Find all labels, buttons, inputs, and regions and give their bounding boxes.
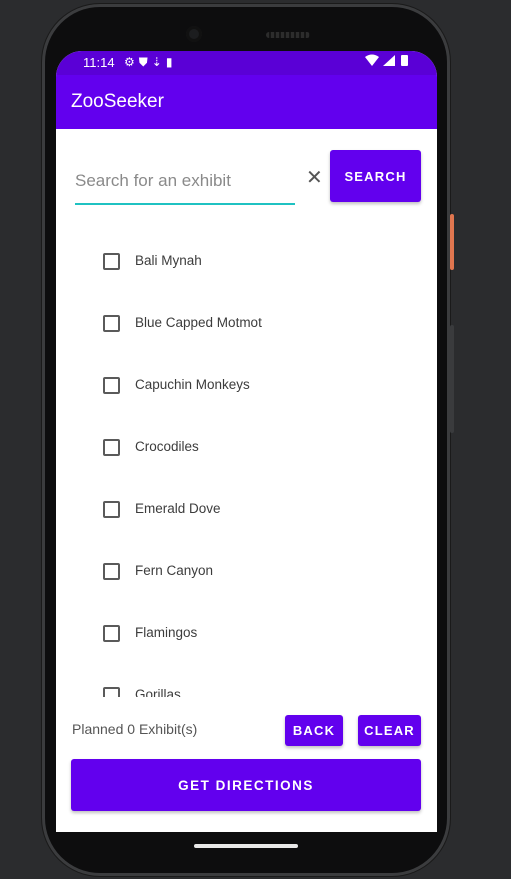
exhibit-checkbox[interactable] — [103, 315, 120, 332]
power-button — [450, 214, 454, 270]
exhibit-label: Bali Mynah — [135, 253, 202, 268]
clear-button[interactable]: CLEAR — [358, 715, 421, 746]
status-bar: 11:14 ⚙⛊⇣▮ — [56, 51, 437, 75]
clear-search-icon[interactable]: ✕ — [306, 165, 323, 189]
exhibit-checkbox[interactable] — [103, 687, 120, 697]
exhibit-label: Blue Capped Motmot — [135, 315, 262, 330]
list-item[interactable]: Blue Capped Motmot — [56, 307, 437, 347]
exhibit-label: Fern Canyon — [135, 563, 214, 578]
search-input[interactable] — [75, 163, 295, 205]
exhibit-label: Emerald Dove — [135, 501, 221, 516]
exhibit-checkbox[interactable] — [103, 253, 120, 270]
exhibit-list[interactable]: Bali Mynah Blue Capped Motmot Capuchin M… — [56, 221, 437, 697]
list-item[interactable]: Bali Mynah — [56, 245, 437, 285]
download-icon: ⇣ — [151, 55, 166, 69]
exhibit-label: Crocodiles — [135, 439, 199, 454]
front-camera — [186, 26, 202, 42]
exhibit-checkbox[interactable] — [103, 377, 120, 394]
list-item[interactable]: Gorillas — [56, 679, 437, 697]
signal-icon — [383, 55, 395, 66]
status-icons-left: ⚙⛊⇣▮ — [124, 55, 176, 70]
back-button[interactable]: BACK — [285, 715, 343, 746]
list-item[interactable]: Emerald Dove — [56, 493, 437, 533]
planned-count: Planned 0 Exhibit(s) — [72, 721, 198, 737]
app-bar: ZooSeeker — [56, 75, 437, 129]
earpiece-speaker — [266, 32, 310, 38]
volume-buttons — [450, 325, 454, 433]
search-button[interactable]: SEARCH — [330, 150, 421, 202]
gesture-nav-handle[interactable] — [194, 844, 298, 848]
exhibit-label: Flamingos — [135, 625, 198, 640]
app-title: ZooSeeker — [71, 91, 164, 112]
exhibit-checkbox[interactable] — [103, 563, 120, 580]
sd-card-icon: ▮ — [165, 55, 177, 69]
battery-icon — [401, 55, 408, 66]
status-glyphs — [365, 54, 408, 66]
list-item[interactable]: Crocodiles — [56, 431, 437, 471]
status-time: 11:14 — [83, 55, 115, 70]
list-item[interactable]: Capuchin Monkeys — [56, 369, 437, 409]
exhibit-label: Capuchin Monkeys — [135, 377, 250, 392]
list-item[interactable]: Flamingos — [56, 617, 437, 657]
exhibit-checkbox[interactable] — [103, 625, 120, 642]
shield-icon: ⛊ — [138, 55, 152, 69]
exhibit-checkbox[interactable] — [103, 501, 120, 518]
list-item[interactable]: Fern Canyon — [56, 555, 437, 595]
exhibit-label: Gorillas — [135, 687, 181, 697]
screen: 11:14 ⚙⛊⇣▮ ZooSeeker ✕ SEARCH Bali Mynah… — [56, 51, 437, 832]
get-directions-button[interactable]: GET DIRECTIONS — [71, 759, 421, 811]
status-icons-right — [365, 54, 411, 71]
gear-icon: ⚙ — [124, 55, 139, 69]
exhibit-checkbox[interactable] — [103, 439, 120, 456]
wifi-icon — [365, 54, 379, 66]
